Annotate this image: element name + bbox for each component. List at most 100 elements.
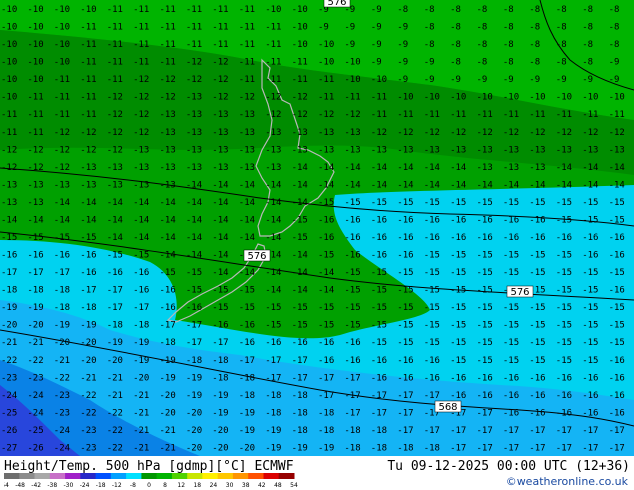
grid-value: -16	[133, 268, 149, 278]
grid-value: -16	[529, 391, 545, 401]
grid-value: -15	[344, 321, 360, 331]
grid-value: -17	[27, 268, 43, 278]
grid-value: -17	[477, 444, 493, 454]
grid-value: -16	[609, 233, 625, 243]
grid-value: -12	[160, 75, 176, 85]
grid-value: -15	[318, 198, 334, 208]
grid-value: -27	[1, 444, 17, 454]
grid-value: -15	[160, 268, 176, 278]
grid-value: -15	[609, 198, 625, 208]
grid-value: -15	[371, 286, 387, 296]
grid-value: -15	[239, 303, 255, 313]
grid-value: -20	[54, 338, 70, 348]
grid-value: -12	[503, 128, 519, 138]
grid-value: -14	[477, 180, 493, 190]
grid-value: -8	[424, 5, 435, 15]
grid-value: -12	[265, 93, 281, 103]
grid-value: -11	[133, 23, 149, 33]
grid-value: -11	[529, 110, 545, 120]
credit-link[interactable]: ©weatheronline.co.uk	[506, 475, 628, 488]
grid-value: -20	[27, 321, 43, 331]
grid-value: -15	[477, 321, 493, 331]
grid-value: -20	[212, 426, 228, 436]
grid-value: -11	[318, 75, 334, 85]
grid-value: -10	[344, 58, 360, 68]
svg-text:576: 576	[247, 251, 266, 262]
grid-value: -17	[529, 426, 545, 436]
grid-value: -14	[450, 163, 466, 173]
grid-value: -17	[609, 426, 625, 436]
grid-value: -17	[318, 391, 334, 401]
grid-value: -13	[133, 163, 149, 173]
grid-value: -19	[107, 338, 123, 348]
grid-value: -14	[292, 198, 308, 208]
grid-value: -25	[1, 408, 17, 418]
grid-value: -13	[318, 128, 334, 138]
grid-value: -13	[107, 180, 123, 190]
grid-value: -11	[292, 58, 308, 68]
grid-value: -16	[424, 233, 440, 243]
grid-value: -15	[582, 303, 598, 313]
grid-value: -11	[133, 40, 149, 50]
grid-value: -15	[529, 268, 545, 278]
grid-value: -13	[265, 145, 281, 155]
grid-value: -17	[318, 373, 334, 383]
grid-value: -16	[371, 216, 387, 226]
grid-value: -13	[477, 145, 493, 155]
grid-value: -15	[503, 338, 519, 348]
grid-value: -18	[239, 373, 255, 383]
grid-value: -11	[477, 110, 493, 120]
grid-value: -16	[582, 233, 598, 243]
grid-value: -10	[27, 58, 43, 68]
grid-value: -9	[371, 58, 382, 68]
grid-value: -21	[107, 373, 123, 383]
grid-value: -16	[582, 251, 598, 261]
grid-value: -15	[424, 303, 440, 313]
grid-value: -12	[265, 110, 281, 120]
grid-value: -11	[212, 40, 228, 50]
grid-value: -15	[477, 356, 493, 366]
grid-value: -15	[450, 321, 466, 331]
grid-value: -11	[556, 110, 572, 120]
grid-value: -14	[212, 268, 228, 278]
grid-value: -11	[1, 128, 17, 138]
grid-value: -18	[292, 391, 308, 401]
grid-value: -17	[265, 373, 281, 383]
grid-value: -15	[107, 251, 123, 261]
grid-value: -13	[503, 163, 519, 173]
grid-value: -16	[371, 356, 387, 366]
grid-value: -10	[265, 5, 281, 15]
grid-value: -11	[397, 110, 413, 120]
grid-value: -10	[54, 40, 70, 50]
grid-value: -11	[292, 75, 308, 85]
grid-value: -22	[80, 391, 96, 401]
grid-value: -18	[292, 426, 308, 436]
grid-value: -14	[107, 198, 123, 208]
grid-value: -12	[160, 93, 176, 103]
grid-value: -11	[80, 40, 96, 50]
grid-value: -14	[265, 180, 281, 190]
grid-value: -19	[239, 408, 255, 418]
grid-value: -20	[186, 408, 202, 418]
grid-value: -16	[477, 391, 493, 401]
grid-value: -8	[477, 58, 488, 68]
grid-value: -17	[450, 444, 466, 454]
grid-value: -12	[344, 110, 360, 120]
grid-value: -13	[160, 180, 176, 190]
grid-value: -18	[212, 373, 228, 383]
color-scale-tick: -54	[4, 482, 9, 489]
grid-value: -12	[424, 128, 440, 138]
grid-value: -16	[450, 233, 466, 243]
grid-value: -12	[1, 145, 17, 155]
grid-value: -14	[397, 163, 413, 173]
grid-value: -18	[318, 426, 334, 436]
grid-value: -13	[609, 145, 625, 155]
grid-value: -16	[503, 373, 519, 383]
grid-value: -11	[160, 40, 176, 50]
grid-value: -10	[397, 93, 413, 103]
grid-value: -11	[239, 23, 255, 33]
grid-value: -17	[107, 303, 123, 313]
grid-value: -20	[239, 444, 255, 454]
grid-value: -16	[371, 233, 387, 243]
grid-value: -13	[239, 128, 255, 138]
